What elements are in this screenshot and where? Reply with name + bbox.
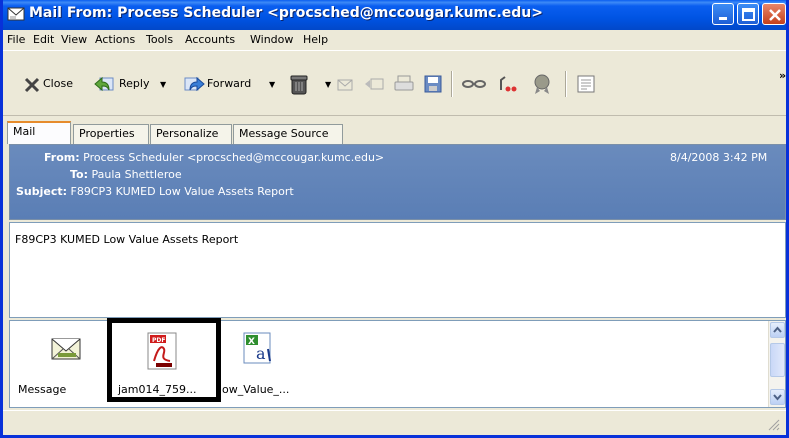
chevron-down-icon — [773, 394, 782, 401]
close-icon — [769, 9, 781, 21]
spelling-icon[interactable] — [497, 74, 523, 94]
mail-message-icon — [7, 7, 25, 21]
reply-button[interactable]: Reply ▼ — [93, 73, 166, 95]
menu-actions[interactable]: Actions — [95, 33, 135, 46]
menu-edit[interactable]: Edit — [33, 33, 54, 46]
attachment-excel[interactable]: X a — [240, 331, 276, 370]
svg-text:X: X — [248, 337, 255, 347]
resize-grip-icon[interactable] — [768, 419, 780, 431]
reply-icon — [94, 76, 114, 92]
close-window-button[interactable] — [762, 3, 786, 25]
previous-message-icon[interactable] — [335, 74, 355, 94]
message-body[interactable]: F89CP3 KUMED Low Value Assets Report — [9, 222, 786, 318]
toolbar-overflow-chevron[interactable]: » — [779, 69, 786, 82]
menu-help[interactable]: Help — [303, 33, 328, 46]
tab-properties[interactable]: Properties — [73, 124, 149, 144]
tab-mail[interactable]: Mail — [7, 121, 71, 144]
delete-button[interactable]: ▼ — [289, 73, 331, 95]
minimize-icon — [719, 17, 727, 20]
seal-badge-icon[interactable] — [531, 73, 553, 95]
trash-can-icon — [290, 75, 308, 95]
reply-dropdown-icon[interactable]: ▼ — [160, 80, 166, 89]
maximize-icon — [742, 8, 755, 21]
scroll-up-button[interactable] — [770, 322, 785, 338]
minimize-button[interactable] — [712, 3, 734, 25]
menu-tools[interactable]: Tools — [146, 33, 173, 46]
glasses-icon[interactable] — [461, 74, 487, 94]
mail-window: Mail From: Process Scheduler <procsched@… — [0, 0, 789, 438]
toolbar-separator — [451, 71, 453, 97]
chevron-up-icon — [773, 326, 782, 333]
next-message-icon[interactable] — [363, 74, 385, 94]
tab-personalize[interactable]: Personalize — [150, 124, 232, 144]
title-bar[interactable]: Mail From: Process Scheduler <procsched@… — [3, 0, 786, 30]
forward-dropdown-icon[interactable]: ▼ — [269, 80, 275, 89]
reply-label: Reply — [119, 77, 150, 90]
scroll-down-button[interactable] — [770, 389, 785, 405]
forward-icon — [184, 76, 205, 92]
subject-label: Subject: — [16, 185, 68, 198]
to-label: To: — [70, 168, 88, 181]
from-row: From: Process Scheduler <procsched@mccou… — [44, 151, 384, 164]
menu-bar: File Edit View Actions Tools Accounts Wi… — [3, 30, 786, 49]
scroll-thumb[interactable] — [770, 343, 785, 377]
from-value[interactable]: Process Scheduler <procsched@mccougar.ku… — [83, 151, 384, 164]
subject-row: Subject: F89CP3 KUMED Low Value Assets R… — [16, 185, 294, 198]
message-envelope-icon — [51, 338, 81, 360]
menu-accounts[interactable]: Accounts — [185, 33, 235, 46]
toolbar-separator-2 — [565, 71, 567, 97]
close-label: Close — [43, 77, 73, 90]
tab-strip: Mail Properties Personalize Message Sour… — [3, 120, 786, 144]
print-icon[interactable] — [393, 74, 415, 94]
delete-dropdown-icon[interactable]: ▼ — [325, 80, 331, 89]
close-x-icon — [24, 77, 40, 93]
highlight-box — [107, 318, 221, 402]
attachment-message[interactable] — [50, 331, 82, 366]
tab-message-source[interactable]: Message Source — [233, 124, 343, 144]
menu-file[interactable]: File — [7, 33, 25, 46]
attachment-excel-label: ow_Value_... — [222, 383, 290, 396]
status-bar — [3, 410, 786, 435]
forward-label: Forward — [207, 77, 252, 90]
toolbar: Close Reply ▼ Forward ▼ ▼ » — [3, 50, 786, 116]
properties-icon[interactable] — [577, 75, 595, 93]
to-row: To: Paula Shettleroe — [70, 168, 182, 181]
svg-text:a: a — [256, 344, 266, 363]
forward-button[interactable]: Forward ▼ — [183, 73, 275, 95]
excel-file-icon: X a — [243, 332, 271, 364]
message-body-text: F89CP3 KUMED Low Value Assets Report — [15, 233, 239, 246]
subject-value: F89CP3 KUMED Low Value Assets Report — [70, 185, 294, 198]
from-label: From: — [44, 151, 80, 164]
attachments-scrollbar[interactable] — [768, 321, 785, 407]
to-value[interactable]: Paula Shettleroe — [92, 168, 182, 181]
close-button[interactable]: Close — [9, 73, 73, 95]
save-icon[interactable] — [423, 74, 443, 94]
message-header: From: Process Scheduler <procsched@mccou… — [9, 144, 786, 220]
window-title: Mail From: Process Scheduler <procsched@… — [29, 5, 543, 21]
menu-window[interactable]: Window — [250, 33, 293, 46]
attachment-message-label: Message — [18, 383, 67, 396]
menu-view[interactable]: View — [61, 33, 87, 46]
message-date: 8/4/2008 3:42 PM — [670, 151, 768, 164]
maximize-button[interactable] — [737, 3, 759, 25]
